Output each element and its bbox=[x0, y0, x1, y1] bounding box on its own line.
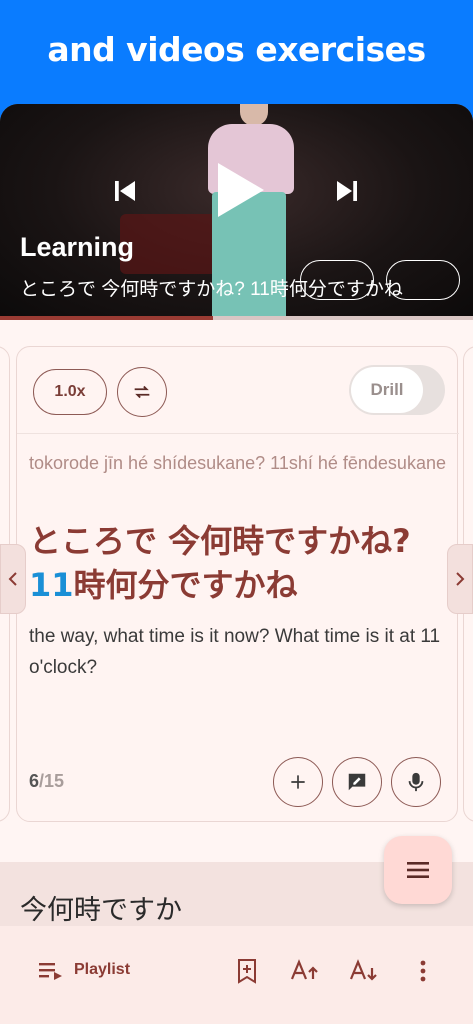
bottom-toolbar: Playlist bbox=[0, 926, 473, 1024]
playlist-label: Playlist bbox=[74, 961, 131, 978]
japanese-line-2: 11時何分ですかね bbox=[29, 563, 449, 607]
card-divider bbox=[17, 433, 459, 434]
plus-icon bbox=[291, 775, 305, 789]
counter-total: /15 bbox=[39, 771, 65, 791]
counter-current: 6 bbox=[29, 771, 40, 791]
font-increase-icon bbox=[290, 959, 318, 980]
microphone-icon bbox=[408, 772, 424, 792]
font-decrease-icon bbox=[349, 959, 377, 981]
banner-text: and videos exercises bbox=[47, 30, 426, 69]
menu-fab[interactable] bbox=[384, 836, 452, 904]
playlist-button[interactable]: Playlist bbox=[38, 960, 130, 980]
video-subtitle: ところで 今何時ですかね? 11時何分ですかね bbox=[20, 279, 403, 300]
previous-button[interactable] bbox=[108, 174, 142, 208]
previous-card-button[interactable] bbox=[0, 544, 26, 614]
skip-next-icon bbox=[337, 181, 357, 201]
japanese-line-2-rest: 時何分ですかね bbox=[73, 566, 298, 604]
highlighted-number: 11 bbox=[29, 566, 74, 604]
japanese-sentence: ところで 今何時ですかね? 11時何分ですかね bbox=[29, 519, 449, 607]
video-player[interactable]: Learning ところで 今何時ですかね? 11時何分ですかね bbox=[0, 104, 473, 318]
menu-icon bbox=[407, 862, 429, 878]
skip-previous-icon bbox=[115, 181, 135, 201]
next-card-button[interactable] bbox=[447, 544, 473, 614]
add-button[interactable] bbox=[273, 757, 323, 807]
drill-toggle[interactable]: Drill bbox=[349, 365, 445, 415]
play-icon bbox=[218, 163, 264, 217]
sentence-card: 1.0x Drill tokorode jīn hé shídesukane? … bbox=[16, 346, 459, 822]
chevron-left-icon bbox=[8, 572, 17, 586]
playlist-icon bbox=[39, 963, 62, 980]
bookmark-add-icon bbox=[238, 959, 256, 984]
romanization-text: tokorode jīn hé shídesukane? 11shí hé fē… bbox=[29, 453, 446, 473]
video-progress-bar[interactable] bbox=[0, 316, 473, 320]
sentence-counter: 6/15 bbox=[29, 771, 64, 792]
repeat-button[interactable] bbox=[117, 367, 167, 417]
feedback-button[interactable] bbox=[332, 757, 382, 807]
promo-banner: and videos exercises bbox=[0, 0, 473, 104]
feedback-icon bbox=[348, 773, 366, 791]
lesson-title: 今何時ですか bbox=[20, 895, 182, 926]
more-vertical-icon bbox=[420, 960, 426, 982]
drill-toggle-label: Drill bbox=[351, 367, 423, 413]
app-screen: Learning ところで 今何時ですかね? 11時何分ですかね 1.0x Dr… bbox=[0, 104, 473, 1024]
play-button[interactable] bbox=[212, 160, 268, 220]
next-button[interactable] bbox=[330, 174, 364, 208]
japanese-line-1: ところで 今何時ですかね? bbox=[29, 522, 411, 560]
speed-button[interactable]: 1.0x bbox=[33, 369, 107, 415]
translation-text: the way, what time is it now? What time … bbox=[29, 626, 441, 678]
record-button[interactable] bbox=[391, 757, 441, 807]
video-progress-fill bbox=[0, 316, 213, 320]
chevron-right-icon bbox=[456, 572, 465, 586]
more-options-button[interactable] bbox=[408, 956, 438, 986]
bookmark-add-button[interactable] bbox=[232, 956, 262, 986]
video-title: Learning bbox=[20, 232, 135, 262]
repeat-icon bbox=[134, 385, 150, 399]
font-size-decrease-button[interactable] bbox=[349, 956, 379, 986]
font-size-increase-button[interactable] bbox=[290, 956, 320, 986]
